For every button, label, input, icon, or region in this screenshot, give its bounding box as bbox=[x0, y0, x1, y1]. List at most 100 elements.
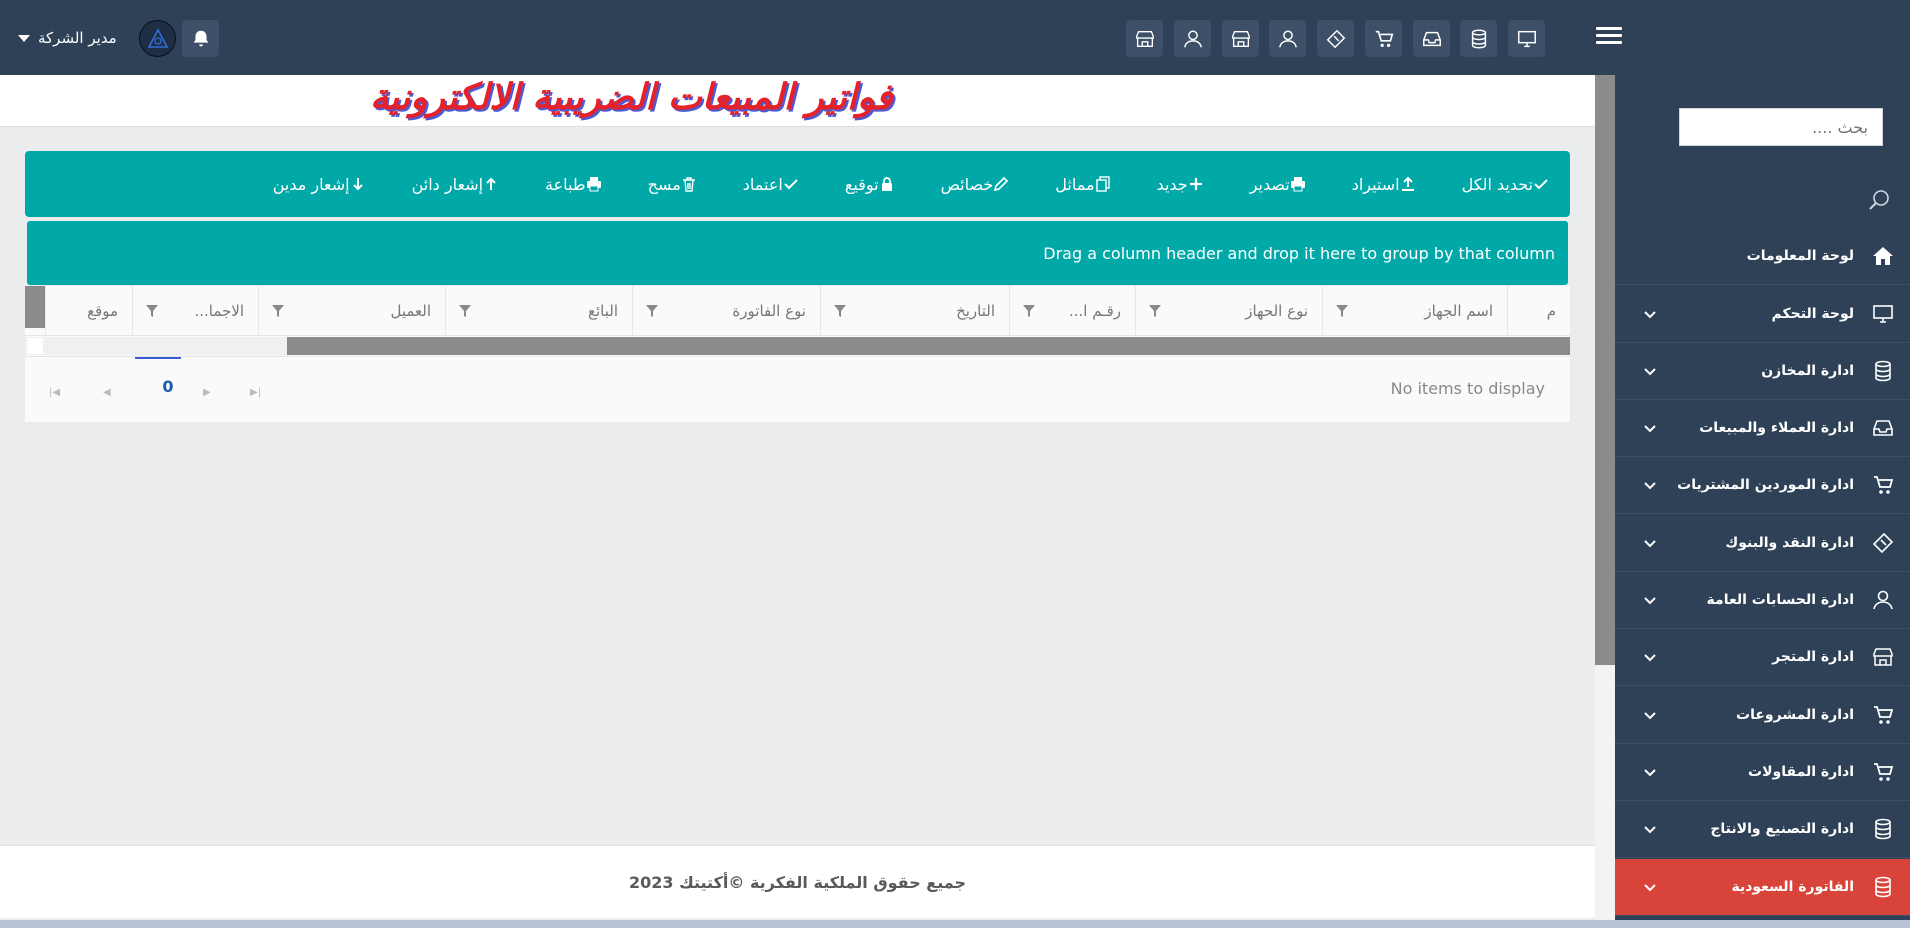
import-button[interactable]: استيراد bbox=[1352, 175, 1422, 194]
chevron-down-icon bbox=[1644, 482, 1656, 490]
home-icon bbox=[1870, 243, 1896, 269]
sidebar-item-warehouses[interactable]: ادارة المخازن bbox=[1615, 343, 1910, 400]
scrollbar-thumb[interactable] bbox=[287, 337, 1570, 355]
sidebar-item-saudi-invoice[interactable]: الفاتورة السعودية bbox=[1615, 859, 1910, 916]
sidebar-item-contracting[interactable]: ادارة المقاولات bbox=[1615, 744, 1910, 801]
cart-icon[interactable] bbox=[1365, 20, 1402, 57]
credit-note-button[interactable]: إشعار دائن bbox=[412, 175, 505, 194]
debit-note-button[interactable]: إشعار مدين bbox=[273, 175, 372, 194]
bell-icon[interactable] bbox=[182, 20, 219, 57]
sidebar-search-input[interactable] bbox=[1679, 108, 1883, 146]
company-logo[interactable] bbox=[139, 20, 176, 57]
sign-button[interactable]: توقيع bbox=[845, 175, 901, 194]
column-header-device-name[interactable]: اسم الجهاز bbox=[1322, 286, 1507, 336]
sidebar-item-customers-sales[interactable]: ادارة العملاء والمبيعات bbox=[1615, 400, 1910, 457]
chevron-down-icon bbox=[1644, 425, 1656, 433]
sidebar-item-control-panel[interactable]: لوحة التحكم bbox=[1615, 286, 1910, 343]
filter-icon[interactable] bbox=[833, 304, 847, 318]
column-header-number[interactable]: رقـم ا... bbox=[1009, 286, 1135, 336]
page-title: فواتير المبيعات الضريبية الالكترونية bbox=[370, 77, 893, 118]
column-header-date[interactable]: التاريخ bbox=[820, 286, 1009, 336]
column-label: العميل bbox=[390, 302, 431, 320]
sidebar-item-cash-banks[interactable]: ادارة النقد والبنوك bbox=[1615, 515, 1910, 572]
column-header-invoice-type[interactable]: نوع الفاتورة bbox=[632, 286, 820, 336]
column-header-location[interactable]: موقع bbox=[45, 286, 132, 336]
print-button[interactable]: طباعة bbox=[545, 175, 608, 194]
arrow-up-icon bbox=[486, 177, 496, 190]
sidebar-item-store[interactable]: ادارة المتجر bbox=[1615, 629, 1910, 686]
chevron-down-icon bbox=[1644, 540, 1656, 548]
menu-toggle-button[interactable] bbox=[1596, 27, 1622, 49]
user-menu[interactable]: مدير الشركة bbox=[18, 24, 117, 52]
filter-icon[interactable] bbox=[1335, 304, 1349, 318]
column-label: رقـم ا... bbox=[1068, 302, 1121, 320]
sidebar-item-label: ادارة المقاولات bbox=[1748, 764, 1854, 780]
print-label: طباعة bbox=[545, 174, 586, 194]
current-page[interactable]: 0 bbox=[148, 377, 188, 396]
export-button[interactable]: تصدير bbox=[1250, 175, 1312, 194]
clone-label: مماثل bbox=[1055, 174, 1095, 194]
database-icon bbox=[1870, 358, 1896, 384]
last-page-icon[interactable]: ▶| bbox=[250, 387, 261, 398]
horizontal-scrollbar[interactable] bbox=[25, 337, 1570, 355]
trash-icon bbox=[682, 177, 695, 192]
action-toolbar: تحديد الكل استيراد تصدير جديد مماثل خصائ… bbox=[25, 151, 1570, 217]
user-icon[interactable] bbox=[1174, 20, 1211, 57]
filter-icon[interactable] bbox=[271, 304, 285, 318]
column-header-total[interactable]: الاجما... bbox=[132, 286, 258, 336]
column-header-seller[interactable]: البائع bbox=[445, 286, 632, 336]
column-header-customer[interactable]: العميل bbox=[258, 286, 445, 336]
column-header-device-type[interactable]: نوع الحهاز bbox=[1135, 286, 1322, 336]
filter-icon[interactable] bbox=[458, 304, 472, 318]
chevron-down-icon bbox=[1644, 826, 1656, 834]
sidebar-item-manufacturing[interactable]: ادارة التصنيع والانتاج bbox=[1615, 801, 1910, 858]
vertical-scrollbar[interactable] bbox=[1595, 75, 1615, 928]
sidebar-item-label: لوحة المعلومات bbox=[1746, 248, 1854, 264]
user-icon bbox=[1870, 587, 1896, 613]
column-label: الاجما... bbox=[194, 302, 244, 320]
filter-icon[interactable] bbox=[1148, 304, 1162, 318]
store-icon[interactable] bbox=[1222, 20, 1259, 57]
sidebar-item-label: ادارة الحسابات العامة bbox=[1706, 592, 1854, 608]
sidebar-item-label: ادارة المتجر bbox=[1772, 649, 1854, 665]
sign-label: توقيع bbox=[844, 174, 879, 194]
store-icon bbox=[1870, 644, 1896, 670]
sidebar-item-projects[interactable]: ادارة المشروعات bbox=[1615, 687, 1910, 744]
scrollbar-thumb[interactable] bbox=[1595, 75, 1615, 665]
database-icon[interactable] bbox=[1460, 20, 1497, 57]
chevron-down-icon bbox=[1644, 597, 1656, 605]
clone-button[interactable]: مماثل bbox=[1055, 175, 1116, 194]
sidebar-item-dashboard[interactable]: لوحة المعلومات bbox=[1615, 228, 1910, 285]
user-icon[interactable] bbox=[1269, 20, 1306, 57]
prev-page-icon[interactable]: ◀ bbox=[103, 387, 111, 398]
properties-button[interactable]: خصائص bbox=[941, 175, 1016, 194]
cart-icon bbox=[1870, 759, 1896, 785]
bottom-strip bbox=[0, 920, 1910, 928]
sidebar-item-suppliers-purchases[interactable]: ادارة الموردين المشتريات bbox=[1615, 457, 1910, 514]
delete-button[interactable]: مسح bbox=[648, 175, 703, 194]
select-all-button[interactable]: تحديد الكل bbox=[1462, 175, 1555, 194]
inbox-icon[interactable] bbox=[1413, 20, 1450, 57]
check-icon bbox=[784, 179, 798, 190]
store-icon[interactable] bbox=[1126, 20, 1163, 57]
next-page-icon[interactable]: ▶ bbox=[203, 387, 211, 398]
pencil-icon bbox=[994, 176, 1009, 192]
sidebar-item-label: ادارة النقد والبنوك bbox=[1725, 535, 1854, 551]
cart-icon bbox=[1870, 702, 1896, 728]
top-navbar: مدير الشركة bbox=[0, 0, 1910, 75]
filter-icon[interactable] bbox=[645, 304, 659, 318]
filter-icon[interactable] bbox=[145, 304, 159, 318]
ticket-icon[interactable] bbox=[1317, 20, 1354, 57]
monitor-icon[interactable] bbox=[1508, 20, 1545, 57]
cart-icon bbox=[1870, 472, 1896, 498]
approve-button[interactable]: اعتماد bbox=[743, 175, 805, 194]
filter-icon[interactable] bbox=[1022, 304, 1036, 318]
new-button[interactable]: جديد bbox=[1157, 175, 1210, 194]
delete-label: مسح bbox=[647, 174, 681, 194]
group-by-panel[interactable]: Drag a column header and drop it here to… bbox=[27, 221, 1568, 285]
column-header-index[interactable]: م bbox=[1507, 286, 1570, 336]
search-icon[interactable] bbox=[1867, 188, 1891, 212]
database-icon bbox=[1870, 816, 1896, 842]
sidebar-item-general-accounts[interactable]: ادارة الحسابات العامة bbox=[1615, 572, 1910, 629]
first-page-icon[interactable]: |◀ bbox=[49, 387, 60, 398]
